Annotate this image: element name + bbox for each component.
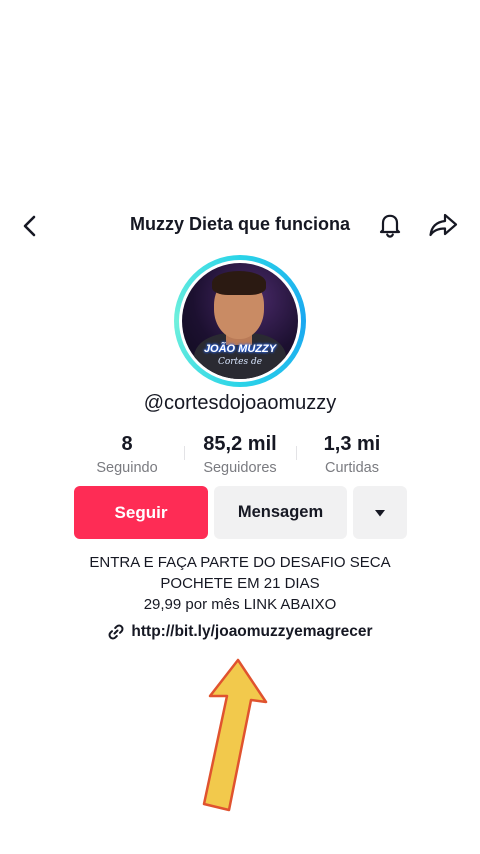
avatar-overlay-subtitle: Cortes de (217, 357, 263, 367)
stat-likes[interactable]: 1,3 mi Curtidas (297, 432, 407, 476)
bell-icon (379, 214, 401, 238)
stat-value: 8 (121, 433, 133, 455)
stat-followers[interactable]: 85,2 mil Seguidores (185, 432, 295, 476)
link-icon (108, 624, 124, 640)
avatar-ring[interactable]: JOÃO MUZZY Cortes de (174, 255, 306, 387)
stat-label: Curtidas (325, 460, 379, 476)
share-arrow-icon (429, 213, 458, 237)
stat-value: 85,2 mil (203, 433, 277, 455)
avatar: JOÃO MUZZY Cortes de (182, 263, 298, 379)
triangle-down-icon (375, 509, 385, 516)
username: @cortesdojoaomuzzy (143, 392, 337, 414)
stat-following[interactable]: 8 Seguindo (72, 432, 182, 476)
up-arrow-icon (202, 658, 268, 812)
share-button[interactable] (424, 207, 462, 243)
bio-line: ENTRA E FAÇA PARTE DO DESAFIO SECA (89, 554, 391, 571)
bio-line: 29,99 por mês LINK ABAIXO (143, 596, 337, 613)
bio-line: POCHETE EM 21 DIAS (160, 575, 320, 592)
more-options-button[interactable] (353, 486, 407, 539)
bio-link[interactable]: http://bit.ly/joaomuzzyemagrecer (0, 623, 480, 641)
stat-label: Seguindo (96, 460, 158, 476)
avatar-overlay-title: JOÃO MUZZY (203, 343, 277, 355)
follow-button[interactable]: Seguir (74, 486, 208, 539)
page-title: Muzzy Dieta que funciona (129, 214, 351, 234)
message-button[interactable]: Mensagem (214, 486, 347, 539)
stat-label: Seguidores (203, 460, 277, 476)
stat-value: 1,3 mi (323, 433, 381, 455)
bio-link-text[interactable]: http://bit.ly/joaomuzzyemagrecer (131, 623, 372, 641)
notification-bell-button[interactable] (372, 207, 408, 243)
